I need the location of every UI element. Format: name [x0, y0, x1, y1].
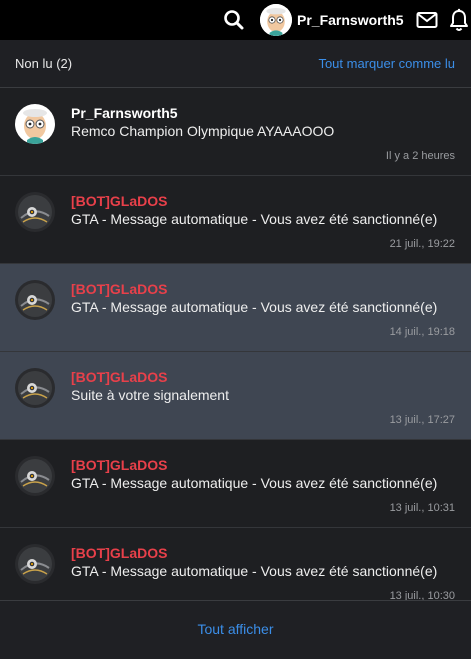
glados-avatar [15, 544, 55, 584]
notification-sender: [BOT]GLaDOS [71, 457, 168, 473]
notification-item[interactable]: [BOT]GLaDOS GTA - Message automatique - … [0, 176, 471, 264]
unread-count-label: Non lu (2) [15, 56, 73, 71]
notification-time: 14 juil., 19:18 [389, 326, 455, 338]
top-navbar: Pr_Farnsworth5 [0, 0, 471, 40]
notification-sender: Pr_Farnsworth5 [71, 105, 178, 121]
user-menu[interactable]: Pr_Farnsworth5 [260, 3, 404, 37]
mail-icon[interactable] [416, 10, 438, 30]
notification-sender: [BOT]GLaDOS [71, 369, 168, 385]
panel-footer: Tout afficher [0, 600, 471, 659]
notification-message: GTA - Message automatique - Vous avez ét… [71, 299, 438, 315]
notification-message: GTA - Message automatique - Vous avez ét… [71, 211, 438, 227]
notification-message: Remco Champion Olympique AYAAAOOO [71, 123, 335, 139]
notification-sender: [BOT]GLaDOS [71, 281, 168, 297]
notification-list: Pr_Farnsworth5 Remco Champion Olympique … [0, 88, 471, 600]
farnsworth-avatar [15, 104, 55, 144]
notification-message: Suite à votre signalement [71, 387, 229, 403]
notification-message: GTA - Message automatique - Vous avez ét… [71, 563, 438, 579]
notification-item[interactable]: Pr_Farnsworth5 Remco Champion Olympique … [0, 88, 471, 176]
show-all-link[interactable]: Tout afficher [0, 621, 471, 637]
notification-item[interactable]: [BOT]GLaDOS GTA - Message automatique - … [0, 440, 471, 528]
search-icon[interactable] [222, 9, 246, 31]
notification-item-unread[interactable]: [BOT]GLaDOS Suite à votre signalement 13… [0, 352, 471, 440]
notification-sender: [BOT]GLaDOS [71, 545, 168, 561]
glados-avatar [15, 456, 55, 496]
glados-avatar [15, 192, 55, 232]
username: Pr_Farnsworth5 [297, 12, 404, 28]
notification-item-unread[interactable]: [BOT]GLaDOS GTA - Message automatique - … [0, 264, 471, 352]
notification-sender: [BOT]GLaDOS [71, 193, 168, 209]
notifications-panel: Non lu (2) Tout marquer comme lu Pr_Farn… [0, 40, 471, 659]
notification-message: GTA - Message automatique - Vous avez ét… [71, 475, 438, 491]
notification-time: Il y a 2 heures [385, 150, 455, 162]
panel-header: Non lu (2) Tout marquer comme lu [0, 40, 471, 88]
notification-time: 13 juil., 10:31 [389, 502, 455, 514]
notification-time: 21 juil., 19:22 [389, 238, 455, 250]
notification-time: 13 juil., 10:30 [389, 590, 455, 600]
mark-all-read-link[interactable]: Tout marquer comme lu [318, 56, 455, 71]
glados-avatar [15, 368, 55, 408]
notification-item[interactable]: [BOT]GLaDOS GTA - Message automatique - … [0, 528, 471, 600]
notification-time: 13 juil., 17:27 [389, 414, 455, 426]
user-avatar [260, 4, 292, 36]
glados-avatar [15, 280, 55, 320]
bell-icon[interactable] [449, 8, 469, 32]
